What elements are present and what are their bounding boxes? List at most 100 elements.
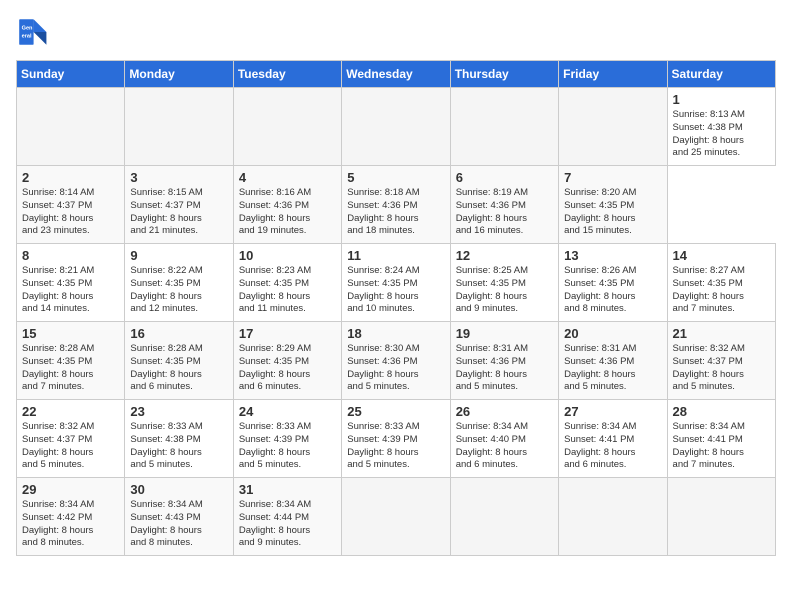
day-info: Sunrise: 8:30 AM Sunset: 4:36 PM Dayligh… [347,343,445,394]
day-number: 31 [239,482,337,497]
calendar-day-cell: 10 Sunrise: 8:23 AM Sunset: 4:35 PM Dayli… [233,244,341,322]
day-number: 1 [673,92,771,107]
day-info: Sunrise: 8:34 AM Sunset: 4:44 PM Dayligh… [239,499,337,550]
day-number: 3 [130,170,228,185]
calendar-header-row: SundayMondayTuesdayWednesdayThursdayFrid… [17,61,776,88]
day-number: 27 [564,404,662,419]
calendar-day-header: Monday [125,61,233,88]
calendar-day-cell: 20 Sunrise: 8:31 AM Sunset: 4:36 PM Dayli… [559,322,667,400]
calendar-day-cell [125,88,233,166]
day-info: Sunrise: 8:32 AM Sunset: 4:37 PM Dayligh… [673,343,771,394]
calendar-day-cell: 8Sunrise: 8:21 AM Sunset: 4:35 PM Daylig… [17,244,125,322]
calendar-day-cell [667,478,775,556]
day-number: 23 [130,404,228,419]
day-info: Sunrise: 8:31 AM Sunset: 4:36 PM Dayligh… [456,343,554,394]
calendar-day-cell: 7Sunrise: 8:20 AM Sunset: 4:35 PM Daylig… [559,166,667,244]
day-info: Sunrise: 8:34 AM Sunset: 4:41 PM Dayligh… [673,421,771,472]
calendar-day-cell: 15 Sunrise: 8:28 AM Sunset: 4:35 PM Dayli… [17,322,125,400]
day-number: 6 [456,170,554,185]
calendar-day-header: Saturday [667,61,775,88]
day-number: 5 [347,170,445,185]
day-info: Sunrise: 8:34 AM Sunset: 4:41 PM Dayligh… [564,421,662,472]
calendar-day-cell: 28 Sunrise: 8:34 AM Sunset: 4:41 PM Dayli… [667,400,775,478]
day-number: 2 [22,170,120,185]
calendar-day-cell: 23 Sunrise: 8:33 AM Sunset: 4:38 PM Dayli… [125,400,233,478]
day-info: Sunrise: 8:33 AM Sunset: 4:39 PM Dayligh… [347,421,445,472]
day-info: Sunrise: 8:13 AM Sunset: 4:38 PM Dayligh… [673,109,771,160]
svg-text:eral: eral [22,34,32,40]
calendar-week-row: 22Sunrise: 8:32 AM Sunset: 4:37 PM Dayli… [17,400,776,478]
day-number: 9 [130,248,228,263]
calendar-day-cell: 27 Sunrise: 8:34 AM Sunset: 4:41 PM Dayli… [559,400,667,478]
calendar-day-cell: 16 Sunrise: 8:28 AM Sunset: 4:35 PM Dayli… [125,322,233,400]
calendar-day-cell: 21 Sunrise: 8:32 AM Sunset: 4:37 PM Dayli… [667,322,775,400]
day-number: 29 [22,482,120,497]
day-info: Sunrise: 8:20 AM Sunset: 4:35 PM Dayligh… [564,187,662,238]
page-container: Gen eral SundayMondayTuesdayWednesdayThu… [0,0,792,564]
calendar-week-row: 8Sunrise: 8:21 AM Sunset: 4:35 PM Daylig… [17,244,776,322]
calendar-day-cell: 9 Sunrise: 8:22 AM Sunset: 4:35 PM Daylig… [125,244,233,322]
calendar-day-cell: 30 Sunrise: 8:34 AM Sunset: 4:43 PM Dayli… [125,478,233,556]
day-number: 10 [239,248,337,263]
day-number: 26 [456,404,554,419]
calendar-day-cell [342,478,450,556]
day-info: Sunrise: 8:28 AM Sunset: 4:35 PM Dayligh… [130,343,228,394]
calendar-day-cell [450,478,558,556]
day-number: 15 [22,326,120,341]
calendar-table: SundayMondayTuesdayWednesdayThursdayFrid… [16,60,776,556]
day-info: Sunrise: 8:33 AM Sunset: 4:39 PM Dayligh… [239,421,337,472]
day-info: Sunrise: 8:31 AM Sunset: 4:36 PM Dayligh… [564,343,662,394]
calendar-day-cell: 18 Sunrise: 8:30 AM Sunset: 4:36 PM Dayli… [342,322,450,400]
calendar-day-cell: 11Sunrise: 8:24 AM Sunset: 4:35 PM Dayli… [342,244,450,322]
calendar-day-cell: 1 Sunrise: 8:13 AM Sunset: 4:38 PM Daylig… [667,88,775,166]
calendar-week-row: 2Sunrise: 8:14 AM Sunset: 4:37 PM Daylig… [17,166,776,244]
day-info: Sunrise: 8:34 AM Sunset: 4:42 PM Dayligh… [22,499,120,550]
calendar-day-header: Wednesday [342,61,450,88]
calendar-day-cell: 31 Sunrise: 8:34 AM Sunset: 4:44 PM Dayli… [233,478,341,556]
day-number: 13 [564,248,662,263]
calendar-day-cell: 2Sunrise: 8:14 AM Sunset: 4:37 PM Daylig… [17,166,125,244]
calendar-week-row: 29 Sunrise: 8:34 AM Sunset: 4:42 PM Dayli… [17,478,776,556]
calendar-day-cell: 6 Sunrise: 8:19 AM Sunset: 4:36 PM Daylig… [450,166,558,244]
calendar-day-cell [233,88,341,166]
day-info: Sunrise: 8:16 AM Sunset: 4:36 PM Dayligh… [239,187,337,238]
calendar-day-cell: 5 Sunrise: 8:18 AM Sunset: 4:36 PM Daylig… [342,166,450,244]
logo: Gen eral [16,16,52,48]
calendar-day-cell: 25Sunrise: 8:33 AM Sunset: 4:39 PM Dayli… [342,400,450,478]
day-number: 21 [673,326,771,341]
logo-icon: Gen eral [16,16,48,48]
day-info: Sunrise: 8:27 AM Sunset: 4:35 PM Dayligh… [673,265,771,316]
calendar-day-cell: 29 Sunrise: 8:34 AM Sunset: 4:42 PM Dayli… [17,478,125,556]
calendar-day-cell: 24 Sunrise: 8:33 AM Sunset: 4:39 PM Dayli… [233,400,341,478]
day-number: 24 [239,404,337,419]
calendar-day-cell: 4Sunrise: 8:16 AM Sunset: 4:36 PM Daylig… [233,166,341,244]
day-number: 30 [130,482,228,497]
calendar-day-cell [559,478,667,556]
calendar-day-header: Tuesday [233,61,341,88]
day-info: Sunrise: 8:26 AM Sunset: 4:35 PM Dayligh… [564,265,662,316]
day-info: Sunrise: 8:15 AM Sunset: 4:37 PM Dayligh… [130,187,228,238]
day-number: 20 [564,326,662,341]
day-number: 19 [456,326,554,341]
calendar-day-cell: 13 Sunrise: 8:26 AM Sunset: 4:35 PM Dayli… [559,244,667,322]
day-number: 16 [130,326,228,341]
day-info: Sunrise: 8:33 AM Sunset: 4:38 PM Dayligh… [130,421,228,472]
day-info: Sunrise: 8:21 AM Sunset: 4:35 PM Dayligh… [22,265,120,316]
calendar-day-cell [559,88,667,166]
day-info: Sunrise: 8:19 AM Sunset: 4:36 PM Dayligh… [456,187,554,238]
day-info: Sunrise: 8:28 AM Sunset: 4:35 PM Dayligh… [22,343,120,394]
calendar-day-header: Friday [559,61,667,88]
calendar-day-cell [342,88,450,166]
calendar-day-cell [17,88,125,166]
day-info: Sunrise: 8:22 AM Sunset: 4:35 PM Dayligh… [130,265,228,316]
calendar-day-cell: 26Sunrise: 8:34 AM Sunset: 4:40 PM Dayli… [450,400,558,478]
calendar-day-header: Sunday [17,61,125,88]
calendar-day-cell: 12Sunrise: 8:25 AM Sunset: 4:35 PM Dayli… [450,244,558,322]
calendar-day-cell: 22Sunrise: 8:32 AM Sunset: 4:37 PM Dayli… [17,400,125,478]
day-info: Sunrise: 8:18 AM Sunset: 4:36 PM Dayligh… [347,187,445,238]
day-number: 28 [673,404,771,419]
calendar-week-row: 1 Sunrise: 8:13 AM Sunset: 4:38 PM Daylig… [17,88,776,166]
day-info: Sunrise: 8:34 AM Sunset: 4:43 PM Dayligh… [130,499,228,550]
day-info: Sunrise: 8:23 AM Sunset: 4:35 PM Dayligh… [239,265,337,316]
day-number: 18 [347,326,445,341]
